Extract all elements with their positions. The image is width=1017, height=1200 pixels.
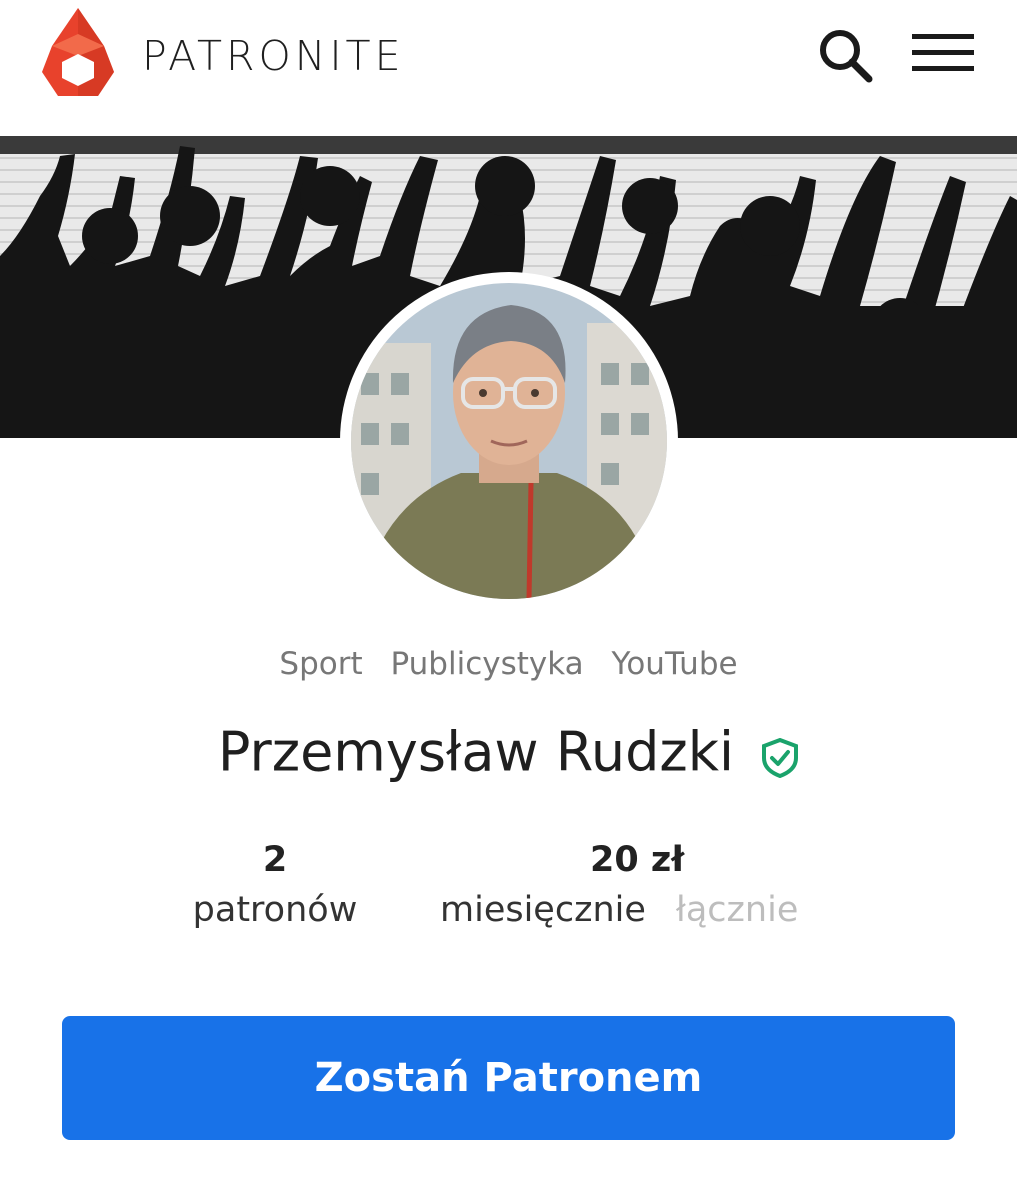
amount-value: 20 zł — [590, 840, 685, 880]
patronite-logo-icon[interactable] — [40, 6, 116, 100]
hamburger-menu-icon[interactable] — [910, 30, 978, 76]
patrons-count: 2 — [262, 840, 288, 880]
brand-wordmark: PATRONITE — [142, 32, 405, 80]
category-tag-sport[interactable]: Sport — [279, 646, 362, 682]
search-icon[interactable] — [816, 26, 874, 84]
patrons-label: patronów — [192, 890, 358, 930]
period-total-option[interactable]: łącznie — [676, 890, 798, 930]
category-tag-publicystyka[interactable]: Publicystyka — [391, 646, 584, 682]
profile-name: Przemysław Rudzki — [217, 720, 734, 784]
shield-check-icon — [761, 733, 799, 778]
period-monthly-option[interactable]: miesięcznie — [440, 890, 646, 930]
category-tags: Sport Publicystyka YouTube — [0, 640, 1017, 688]
amount-stat: 20 zł miesięcznie łącznie — [440, 836, 830, 936]
top-header: PATRONITE — [0, 0, 1017, 136]
period-toggle: miesięcznie łącznie — [440, 884, 830, 936]
patrons-stat: 2 patronów — [175, 836, 375, 936]
profile-name-row: Przemysław Rudzki — [0, 712, 1017, 793]
become-patron-button[interactable]: Zostań Patronem — [62, 1016, 955, 1140]
profile-avatar[interactable] — [340, 272, 678, 610]
category-tag-youtube[interactable]: YouTube — [612, 646, 738, 682]
